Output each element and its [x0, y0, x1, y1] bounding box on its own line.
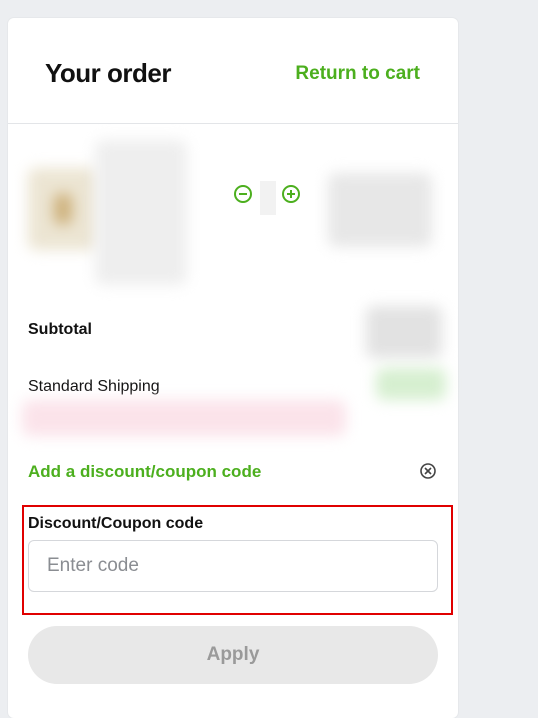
apply-button[interactable]: Apply [28, 626, 438, 684]
add-discount-link[interactable]: Add a discount/coupon code [28, 462, 261, 482]
quantity-value[interactable] [260, 181, 276, 215]
product-details-blurred [95, 140, 187, 285]
product-thumbnail [28, 168, 98, 250]
minus-circle-icon[interactable] [233, 184, 253, 204]
plus-circle-icon[interactable] [281, 184, 301, 204]
order-header: Your order Return to cart [8, 18, 458, 124]
page-title: Your order [45, 58, 171, 88]
coupon-field-label: Discount/Coupon code [28, 515, 204, 532]
shipping-value-blurred [376, 368, 446, 400]
item-price-blurred [328, 173, 432, 247]
subtotal-label: Subtotal [28, 321, 92, 338]
shipping-label: Standard Shipping [28, 378, 160, 395]
coupon-code-input[interactable] [28, 540, 438, 592]
close-circle-icon[interactable] [419, 462, 437, 480]
subtotal-value-blurred [366, 306, 442, 358]
shipping-note-blurred [22, 400, 346, 436]
return-to-cart-link[interactable]: Return to cart [295, 63, 420, 85]
